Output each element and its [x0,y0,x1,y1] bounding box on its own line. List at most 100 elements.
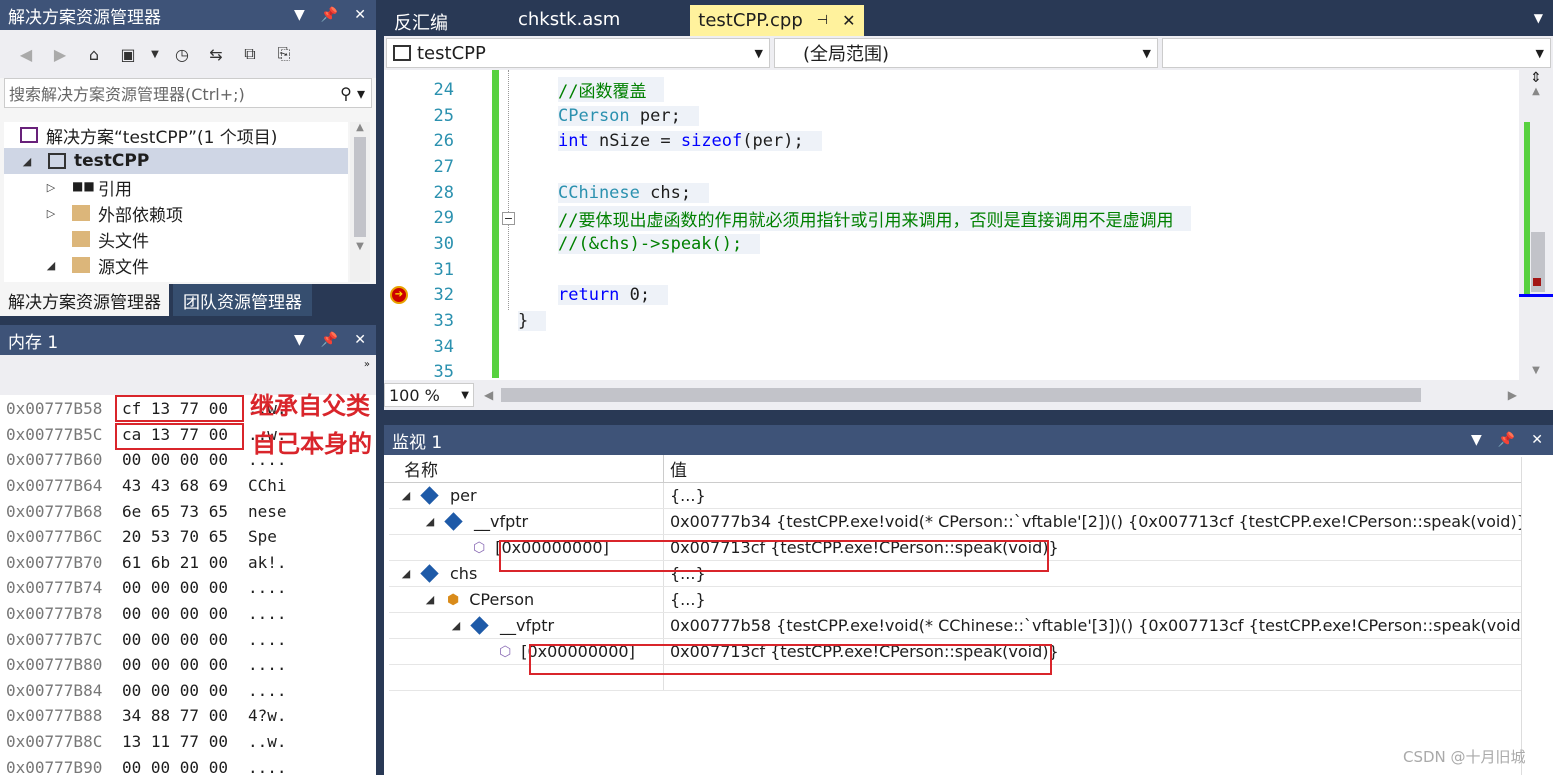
memory-hex[interactable]: 00 00 00 00 [120,655,238,674]
tab-solution-explorer[interactable]: 解决方案资源管理器 [0,284,169,316]
memory-hex[interactable]: 00 00 00 00 [120,630,238,649]
code-line[interactable]: 30 //(&chs)->speak(); [384,231,1553,257]
tree-item-headers[interactable]: 头文件 [4,226,348,252]
dropdown-arrow-icon[interactable]: ▼ [1471,432,1482,448]
expanded-icon[interactable]: ◢ [44,259,58,272]
watch-scrollbar[interactable] [1521,457,1553,775]
scroll-down-icon[interactable]: ▼ [1519,365,1553,376]
watch-value[interactable]: {...} [664,590,706,609]
memory-row[interactable]: 0x00777B7C 00 00 00 00.... [0,626,376,652]
tree-item-references[interactable]: ▷ ■■ 引用 [4,174,348,200]
expanded-icon[interactable]: ◢ [399,489,413,502]
close-icon[interactable]: ✕ [354,332,366,348]
memory-hex[interactable]: 00 00 00 00 [120,681,238,700]
column-header-name[interactable]: 名称 [384,455,664,482]
tree-scrollbar[interactable]: ▲ ▼ [350,122,370,282]
code-area[interactable]: − ➔ 24//函数覆盖 25 CPerson per; 26 int nSize = … [384,70,1553,378]
code-line[interactable]: 33} [384,308,1553,334]
memory-hex[interactable]: 13 11 77 00 [120,732,238,751]
code-line[interactable]: 31 [384,257,1553,283]
chevron-down-icon[interactable]: ▼ [461,390,469,401]
tree-item-solution[interactable]: 解决方案“testCPP”(1 个项目) [4,122,348,148]
memory-row[interactable]: 0x00777B90 00 00 00 00.... [0,754,376,775]
horizontal-scrollbar[interactable] [501,388,1422,402]
chevron-down-icon[interactable]: ▼ [1536,47,1544,60]
member-dropdown[interactable]: ▼ [1162,38,1551,68]
dropdown-arrow-icon[interactable]: ▼ [294,7,305,23]
memory-hex[interactable]: 00 00 00 00 [120,758,238,775]
tab-disassembly[interactable]: 反汇编 [384,5,458,36]
dropdown-arrow-icon[interactable]: ▼ [294,332,305,348]
watch-row[interactable]: ◢ __vfptr 0x00777b34 {testCPP.exe!void(* C… [389,509,1553,535]
chevron-down-icon[interactable]: ▼ [1143,47,1151,60]
tree-item-sources[interactable]: ◢ 源文件 [4,252,348,278]
watch-name-cell[interactable]: ◢ __vfptr [389,509,664,534]
expanded-icon[interactable]: ◢ [423,593,437,606]
code-line[interactable]: 28 CChinese chs; [384,180,1553,206]
scroll-down-icon[interactable]: ▼ [350,241,370,252]
switch-views-icon[interactable]: ▣ [114,40,142,68]
memory-row[interactable]: 0x00777B88 34 88 77 00 4?w. [0,703,376,729]
memory-hex[interactable]: 20 53 70 65 [120,527,238,546]
memory-row[interactable]: 0x00777B68 6e 65 73 65 nese [0,498,376,524]
code-line[interactable]: 32 return 0; [384,283,1553,309]
scope-dropdown[interactable]: testCPP ▼ [386,38,770,68]
memory-row[interactable]: 0x00777B8C 13 11 77 00 ..w. [0,729,376,755]
memory-row[interactable]: 0x00777B78 00 00 00 00.... [0,601,376,627]
watch-row[interactable]: ◢ ⬢ CPerson {...} [389,587,1553,613]
code-line[interactable]: 29 //要体现出虚函数的作用就必须用指针或引用来调用，否则是直接调用不是虚调用 [384,205,1553,231]
tab-chkstk[interactable]: chkstk.asm [508,5,630,36]
tab-team-explorer[interactable]: 团队资源管理器 [173,284,312,316]
memory-hex[interactable]: 34 88 77 00 [120,706,238,725]
watch-row[interactable]: ◢ __vfptr 0x00777b58 {testCPP.exe!void(* C… [389,613,1553,639]
code-line[interactable]: 24 //函数覆盖 [384,77,1553,103]
watch-value[interactable]: 0x00777b34 {testCPP.exe!void(* CPerson::… [664,512,1537,531]
vertical-scrollbar[interactable]: ⇕ ▲ ▼ [1519,70,1553,380]
watch-name-cell[interactable]: ◢ __vfptr [389,613,664,638]
show-all-files-icon[interactable]: ⎘ [270,40,298,68]
pin-icon[interactable]: 📌 [1498,432,1515,448]
memory-row[interactable]: 0x00777B74 00 00 00 00.... [0,575,376,601]
collapse-all-icon[interactable]: ⧉ [236,40,264,68]
code-line[interactable]: 25 CPerson per; [384,103,1553,129]
collapsed-icon[interactable]: ▷ [44,207,58,220]
code-line[interactable]: 27 [384,154,1553,180]
code-line[interactable]: 34 [384,334,1553,360]
memory-row[interactable]: 0x00777B80 00 00 00 00.... [0,652,376,678]
tree-item-external-deps[interactable]: ▷ 外部依赖项 [4,200,348,226]
forward-icon[interactable]: ▶ [46,40,74,68]
tab-testcpp[interactable]: testCPP.cpp ⊣ ✕ [690,5,864,36]
chevron-down-icon[interactable]: ▼ [148,40,162,68]
back-icon[interactable]: ◀ [12,40,40,68]
scroll-up-icon[interactable]: ▲ [350,122,370,133]
pin-icon[interactable]: 📌 [321,332,338,348]
code-line[interactable]: 35 [384,360,1553,378]
memory-row[interactable]: 0x00777B70 61 6b 21 00 ak!. [0,550,376,576]
watch-name-cell[interactable]: ◢ ⬢ CPerson [389,587,664,612]
split-icon[interactable]: ⇕ [1519,70,1553,86]
scroll-left-icon[interactable]: ◀ [484,388,493,402]
close-icon[interactable]: ✕ [354,7,366,23]
scroll-right-icon[interactable]: ▶ [1508,388,1517,402]
memory-row[interactable]: 0x00777B6C 20 53 70 65 Spe [0,524,376,550]
search-icon[interactable]: ⚲ ▾ [340,84,371,103]
memory-hex[interactable]: 00 00 00 00 [120,450,238,469]
search-input[interactable]: 搜索解决方案资源管理器(Ctrl+;) [9,81,340,105]
memory-row[interactable]: 0x00777B64 43 43 68 69 CChi [0,473,376,499]
scroll-thumb[interactable] [354,137,366,237]
scroll-up-icon[interactable]: ▲ [1519,86,1553,97]
home-icon[interactable]: ⌂ [80,40,108,68]
column-header-value[interactable]: 值 [664,456,687,481]
close-icon[interactable]: ✕ [1531,432,1543,448]
memory-hex[interactable]: 6e 65 73 65 [120,502,238,521]
memory-hex[interactable]: 00 00 00 00 [120,604,238,623]
watch-value[interactable]: 0x00777b58 {testCPP.exe!void(* CChinese:… [664,616,1547,635]
expanded-icon[interactable]: ◢ [449,619,463,632]
search-box[interactable]: 搜索解决方案资源管理器(Ctrl+;) ⚲ ▾ [4,78,372,108]
pin-icon[interactable]: ⊣ [817,13,828,28]
tab-overflow-icon[interactable]: ▼ [1524,5,1553,36]
tree-item-project[interactable]: ◢ testCPP [4,148,348,174]
sync-icon[interactable]: ⇆ [202,40,230,68]
pin-icon[interactable]: 📌 [321,7,338,23]
expanded-icon[interactable]: ◢ [423,515,437,528]
